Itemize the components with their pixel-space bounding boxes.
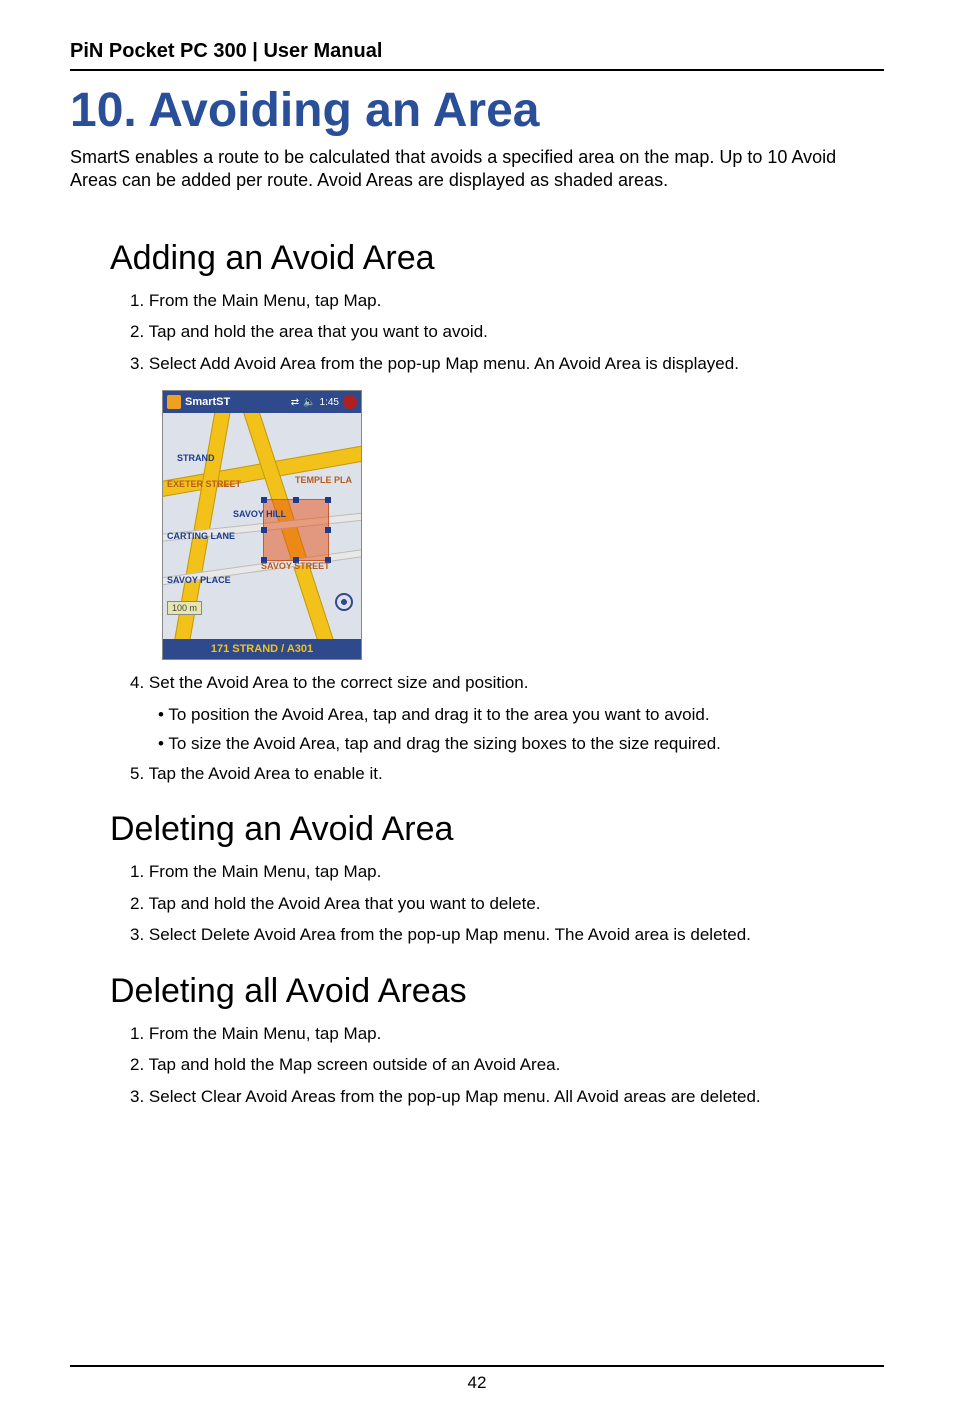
- step-text: 5. Tap the Avoid Area to enable it.: [130, 761, 884, 787]
- adding-steps-cont: 4. Set the Avoid Area to the correct siz…: [130, 670, 884, 792]
- step-text: 2. Tap and hold the Map screen outside o…: [130, 1052, 884, 1078]
- signal-icon: ⇄: [291, 397, 299, 408]
- deleting-steps: 1. From the Main Menu, tap Map. 2. Tap a…: [130, 859, 884, 954]
- clock-text: 1:45: [320, 397, 339, 408]
- screenshot-bottombar: 171 STRAND / A301: [163, 639, 361, 659]
- deleting-all-steps: 1. From the Main Menu, tap Map. 2. Tap a…: [130, 1021, 884, 1116]
- section-deleting-all-title: Deleting all Avoid Areas: [110, 972, 884, 1011]
- close-icon: [343, 395, 357, 409]
- step-text: 3. Select Add Avoid Area from the pop-up…: [130, 351, 884, 377]
- page-number: 42: [70, 1365, 884, 1393]
- speaker-icon: 🔈: [303, 397, 315, 408]
- substep-text: • To size the Avoid Area, tap and drag t…: [158, 731, 884, 757]
- step-text: 3. Select Clear Avoid Areas from the pop…: [130, 1084, 884, 1110]
- street-label: EXETER STREET: [167, 479, 241, 489]
- app-title: SmartST: [185, 396, 230, 408]
- step-text: 1. From the Main Menu, tap Map.: [130, 1021, 884, 1047]
- street-label: TEMPLE PLA: [295, 475, 352, 485]
- street-label: SAVOY STREET: [261, 561, 330, 571]
- step-text: 3. Select Delete Avoid Area from the pop…: [130, 922, 884, 948]
- crosshair-icon: [335, 593, 353, 611]
- section-deleting-title: Deleting an Avoid Area: [110, 810, 884, 849]
- step-text: 2. Tap and hold the area that you want t…: [130, 319, 884, 345]
- step-text: 1. From the Main Menu, tap Map.: [130, 288, 884, 314]
- section-adding-title: Adding an Avoid Area: [110, 239, 884, 278]
- adding-steps: 1. From the Main Menu, tap Map. 2. Tap a…: [130, 288, 884, 383]
- app-logo-icon: [167, 395, 181, 409]
- map-screenshot: SmartST ⇄ 🔈 1:45: [162, 390, 362, 660]
- substep-text: • To position the Avoid Area, tap and dr…: [158, 702, 884, 728]
- step-text: 4. Set the Avoid Area to the correct siz…: [130, 670, 884, 696]
- step-text: 2. Tap and hold the Avoid Area that you …: [130, 891, 884, 917]
- map-scale: 100 m: [167, 601, 202, 615]
- map-canvas: STRAND EXETER STREET TEMPLE PLA SAVOY HI…: [163, 413, 361, 639]
- intro-paragraph: SmartS enables a route to be calculated …: [70, 146, 884, 193]
- status-icons: ⇄ 🔈 1:45: [291, 397, 339, 408]
- street-label: CARTING LANE: [167, 531, 235, 541]
- chapter-title: 10. Avoiding an Area: [70, 85, 884, 138]
- street-label: SAVOY HILL: [233, 509, 286, 519]
- page-header: PiN Pocket PC 300 | User Manual: [70, 40, 884, 71]
- screenshot-titlebar: SmartST ⇄ 🔈 1:45: [163, 391, 361, 413]
- street-label: SAVOY PLACE: [167, 575, 231, 585]
- step-text: 1. From the Main Menu, tap Map.: [130, 859, 884, 885]
- street-label: STRAND: [177, 453, 215, 463]
